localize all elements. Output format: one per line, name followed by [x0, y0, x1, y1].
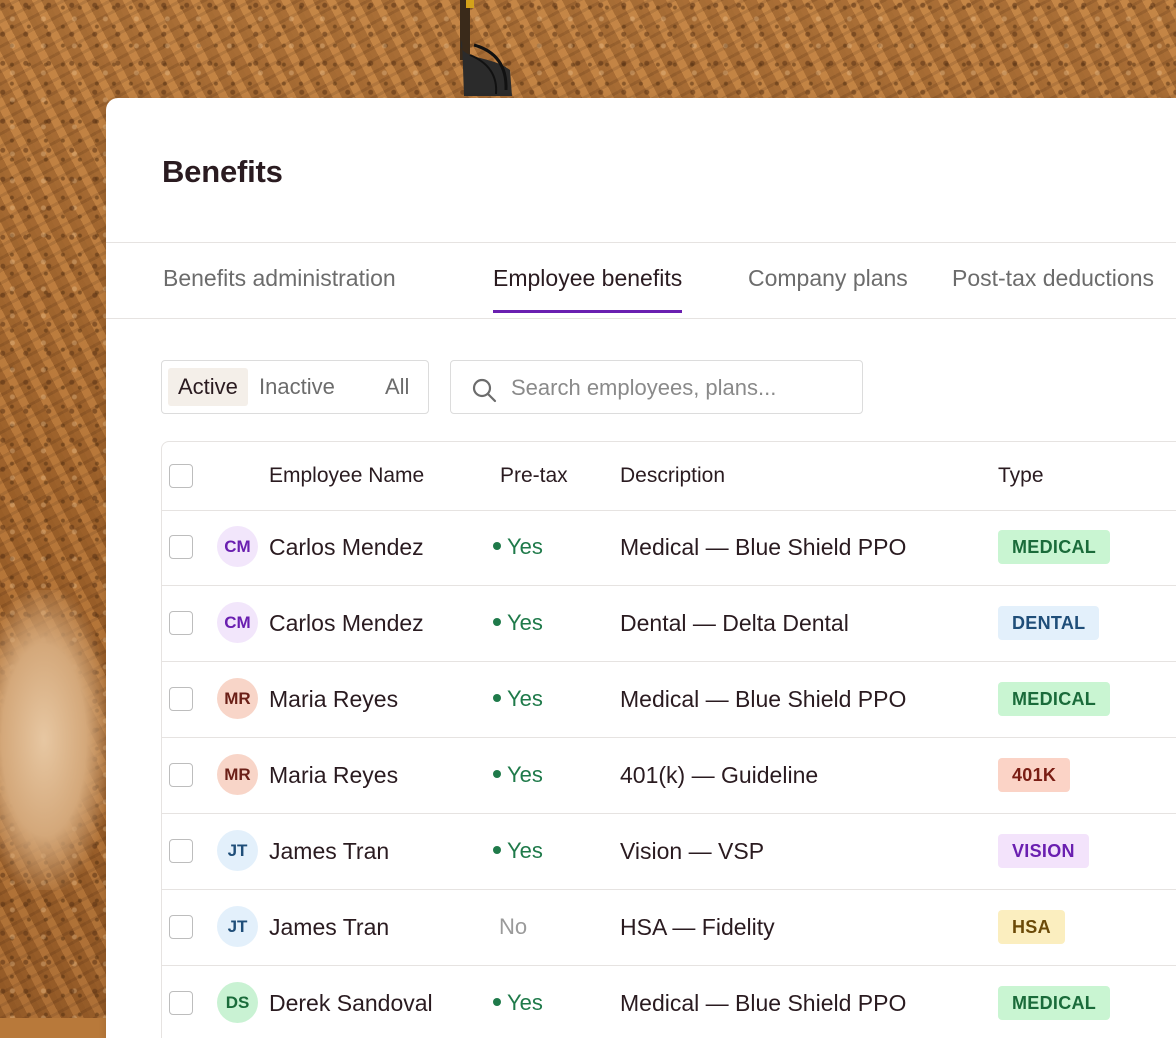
- plan-description: Dental — Delta Dental: [620, 610, 849, 636]
- table-row[interactable]: CM Carlos Mendez Yes Medical — Blue Shield …: [162, 510, 1176, 586]
- avatar: MR: [217, 754, 258, 795]
- row-checkbox[interactable]: [169, 763, 193, 787]
- table-row[interactable]: CM Carlos Mendez Yes Dental — Delta Dental D…: [162, 586, 1176, 662]
- avatar: JT: [217, 830, 258, 871]
- type-badge: 401K: [998, 758, 1071, 792]
- status-dot-icon: [493, 998, 501, 1007]
- filter-inactive[interactable]: Inactive: [249, 368, 345, 406]
- row-checkbox[interactable]: [169, 839, 193, 863]
- employee-name: James Tran: [269, 914, 390, 940]
- plan-description: HSA — Fidelity: [620, 914, 775, 940]
- table-row[interactable]: JT James Tran Yes Vision — VSP VISION: [162, 814, 1176, 890]
- pretax-status: Yes: [493, 762, 543, 788]
- tab-post-tax-deductions[interactable]: Post-tax deductions: [952, 265, 1154, 310]
- status-dot-icon: [493, 542, 501, 551]
- excavator-arm-image: [460, 0, 512, 96]
- search-input[interactable]: [509, 369, 853, 407]
- filter-all[interactable]: All: [375, 368, 419, 406]
- plan-description: Medical — Blue Shield PPO: [620, 990, 907, 1016]
- plan-description: Vision — VSP: [620, 838, 765, 864]
- employee-name: Derek Sandoval: [269, 990, 433, 1016]
- row-checkbox[interactable]: [169, 611, 193, 635]
- employee-name: Maria Reyes: [269, 762, 399, 788]
- table-header: Employee Name Pre-tax Description Type: [162, 442, 1176, 511]
- col-type[interactable]: Type: [998, 464, 1044, 488]
- row-checkbox[interactable]: [169, 535, 193, 559]
- status-dot-icon: [493, 694, 501, 703]
- plan-description: 401(k) — Guideline: [620, 762, 819, 788]
- select-all-checkbox[interactable]: [169, 464, 193, 488]
- avatar: MR: [217, 678, 258, 719]
- type-badge: MEDICAL: [998, 986, 1111, 1020]
- pretax-label: Yes: [507, 610, 543, 635]
- type-badge: VISION: [998, 834, 1089, 868]
- table-row[interactable]: MR Maria Reyes Yes Medical — Blue Shield PP…: [162, 662, 1176, 738]
- employee-name: Carlos Mendez: [269, 534, 424, 560]
- plan-description: Medical — Blue Shield PPO: [620, 686, 907, 712]
- search-icon: [472, 378, 497, 403]
- filter-active[interactable]: Active: [168, 368, 248, 406]
- pretax-status: Yes: [493, 610, 543, 636]
- type-badge: MEDICAL: [998, 530, 1111, 564]
- row-checkbox[interactable]: [169, 915, 193, 939]
- tab-company-plans[interactable]: Company plans: [748, 265, 908, 310]
- pretax-status: No: [499, 914, 527, 940]
- avatar: JT: [217, 906, 258, 947]
- pretax-label: No: [499, 914, 528, 939]
- avatar: CM: [217, 526, 258, 567]
- status-dot-icon: [493, 618, 501, 627]
- tab-benefits-administration[interactable]: Benefits administration: [163, 265, 396, 310]
- pretax-status: Yes: [493, 838, 543, 864]
- page-title: Benefits: [162, 154, 283, 189]
- row-checkbox[interactable]: [169, 687, 193, 711]
- benefits-table: Employee Name Pre-tax Description Type C…: [161, 441, 1176, 1038]
- pretax-status: Yes: [493, 534, 543, 560]
- tab-employee-benefits[interactable]: Employee benefits: [493, 265, 683, 313]
- tab-bar: Benefits administration Employee benefit…: [106, 243, 1176, 319]
- status-filter: Active Inactive All: [161, 360, 429, 414]
- avatar: DS: [217, 982, 258, 1023]
- pretax-label: Yes: [507, 990, 543, 1015]
- col-description[interactable]: Description: [620, 464, 725, 488]
- plan-description: Medical — Blue Shield PPO: [620, 534, 907, 560]
- type-badge: MEDICAL: [998, 682, 1111, 716]
- col-pretax[interactable]: Pre-tax: [500, 464, 568, 488]
- pretax-label: Yes: [507, 534, 543, 559]
- pretax-label: Yes: [507, 838, 543, 863]
- type-badge: DENTAL: [998, 606, 1100, 640]
- table-row[interactable]: DS Derek Sandoval Yes Medical — Blue Shield…: [162, 966, 1176, 1038]
- col-employee-name[interactable]: Employee Name: [269, 464, 424, 488]
- pretax-label: Yes: [507, 686, 543, 711]
- search-box: [450, 360, 863, 414]
- employee-name: James Tran: [269, 838, 390, 864]
- table-row[interactable]: JT James Tran No HSA — Fidelity HSA: [162, 890, 1176, 966]
- table-row[interactable]: MR Maria Reyes Yes 401(k) — Guideline 401K: [162, 738, 1176, 814]
- pretax-status: Yes: [493, 990, 543, 1016]
- rock-background: [0, 590, 110, 890]
- status-dot-icon: [493, 770, 501, 779]
- avatar: CM: [217, 602, 258, 643]
- pretax-status: Yes: [493, 686, 543, 712]
- employee-name: Carlos Mendez: [269, 610, 424, 636]
- status-dot-icon: [493, 846, 501, 855]
- type-badge: HSA: [998, 910, 1065, 944]
- employee-name: Maria Reyes: [269, 686, 399, 712]
- pretax-label: Yes: [507, 762, 543, 787]
- benefits-card: Benefits Benefits administration Employe…: [106, 98, 1176, 1038]
- row-checkbox[interactable]: [169, 991, 193, 1015]
